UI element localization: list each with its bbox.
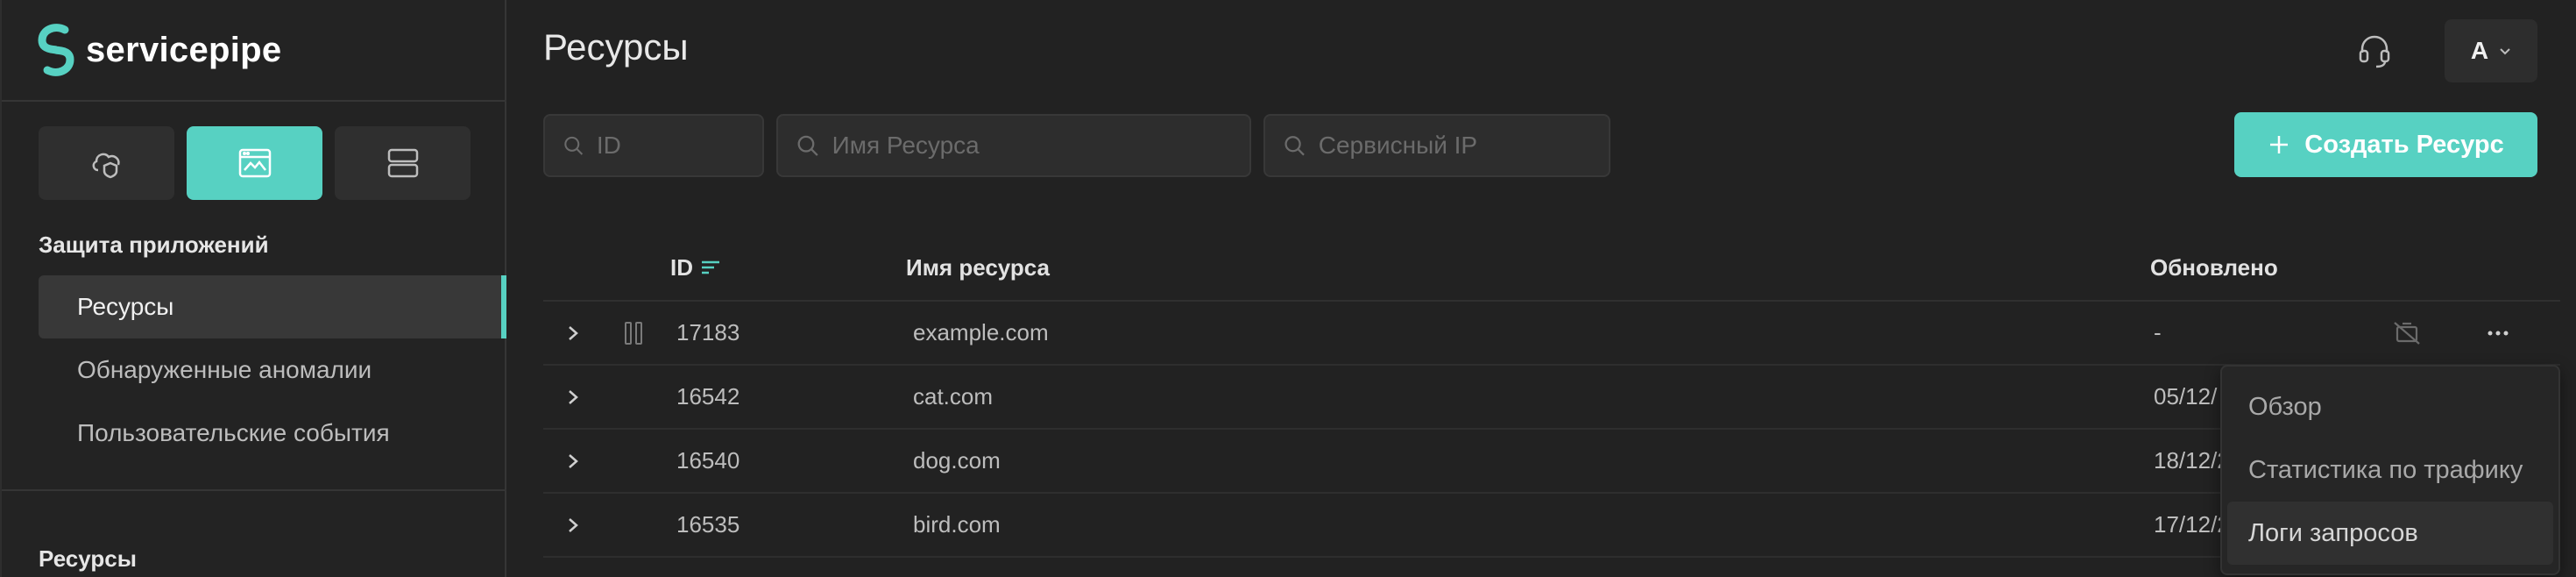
create-resource-label: Создать Ресурс (2304, 130, 2504, 159)
search-icon (797, 135, 818, 156)
column-name-header[interactable]: Имя ресурса (906, 254, 1050, 281)
sidebar-item-resources[interactable]: Ресурсы (39, 275, 506, 338)
id-search-input[interactable] (596, 132, 762, 160)
plus-icon (2270, 136, 2289, 153)
row-updated: 05/12/ (2154, 383, 2218, 410)
id-filter[interactable] (543, 114, 764, 177)
row-name[interactable]: bird.com (913, 511, 1001, 538)
user-menu-button[interactable]: А (2445, 19, 2537, 82)
product-switcher (39, 126, 471, 200)
column-id-label: ID (670, 253, 693, 281)
page-title: Ресурсы (543, 26, 689, 68)
ip-filter[interactable] (1263, 114, 1610, 177)
row-updated: 18/12/2 (2154, 447, 2230, 474)
menu-item-overview[interactable]: Обзор (2227, 375, 2553, 438)
logo[interactable]: servicepipe (35, 23, 281, 77)
sidebar-section-title: Защита приложений (39, 232, 269, 258)
sidebar-nav: Ресурсы Обнаруженные аномалии Пользовате… (39, 275, 506, 465)
name-search-input[interactable] (832, 132, 1249, 160)
sidebar: servicepipe Защита приложений Ресурсы Об… (0, 0, 506, 577)
server-icon (387, 148, 418, 178)
more-horizontal-icon[interactable] (2487, 330, 2509, 337)
product-app-protection-button[interactable] (187, 126, 322, 200)
column-id-header[interactable]: ID (670, 254, 721, 281)
menu-item-request-logs[interactable]: Логи запросов (2227, 502, 2553, 565)
sort-icon[interactable] (700, 259, 721, 276)
chevron-right-icon[interactable] (563, 387, 584, 408)
chevron-down-icon (2500, 48, 2510, 55)
table-row[interactable]: 17183 example.com - (543, 302, 2560, 366)
sidebar-section2-title: Ресурсы (39, 545, 137, 572)
row-id: 16542 (676, 383, 740, 410)
row-name[interactable]: cat.com (913, 383, 993, 410)
search-icon (564, 136, 584, 155)
sidebar-item-custom-events[interactable]: Пользовательские события (39, 402, 506, 465)
search-icon (1284, 136, 1305, 156)
product-servers-button[interactable] (335, 126, 471, 200)
divider (2, 100, 506, 102)
pause-icon[interactable] (624, 321, 643, 345)
crossed-out-icon[interactable] (2392, 320, 2422, 346)
row-name[interactable]: example.com (913, 319, 1049, 346)
row-name[interactable]: dog.com (913, 447, 1001, 474)
menu-item-traffic-stats[interactable]: Статистика по трафику (2227, 438, 2553, 502)
row-id: 17183 (676, 319, 740, 345)
cloud-shield-icon (92, 153, 120, 179)
user-initial: А (2470, 37, 2489, 64)
row-id: 16535 (676, 511, 740, 538)
app-window-icon (238, 148, 271, 178)
headset-icon[interactable] (2355, 32, 2394, 70)
divider (2, 489, 506, 491)
row-context-menu: Обзор Статистика по трафику Логи запросо… (2220, 365, 2560, 575)
create-resource-button[interactable]: Создать Ресурс (2234, 112, 2537, 177)
row-id: 16540 (676, 447, 740, 474)
table-header: ID Имя ресурса Обновлено (543, 235, 2560, 302)
app-name: servicepipe (86, 30, 282, 69)
servicepipe-logo-icon (38, 24, 74, 76)
chevron-right-icon[interactable] (563, 515, 584, 536)
product-ddos-button[interactable] (39, 126, 174, 200)
ip-search-input[interactable] (1318, 132, 1609, 160)
chevron-right-icon[interactable] (563, 323, 584, 344)
row-updated: - (2154, 319, 2162, 345)
column-updated-header[interactable]: Обновлено (2150, 254, 2278, 281)
sidebar-item-anomalies[interactable]: Обнаруженные аномалии (39, 338, 506, 402)
chevron-right-icon[interactable] (563, 451, 584, 472)
name-filter[interactable] (776, 114, 1251, 177)
row-updated: 17/12/2 (2154, 511, 2230, 538)
